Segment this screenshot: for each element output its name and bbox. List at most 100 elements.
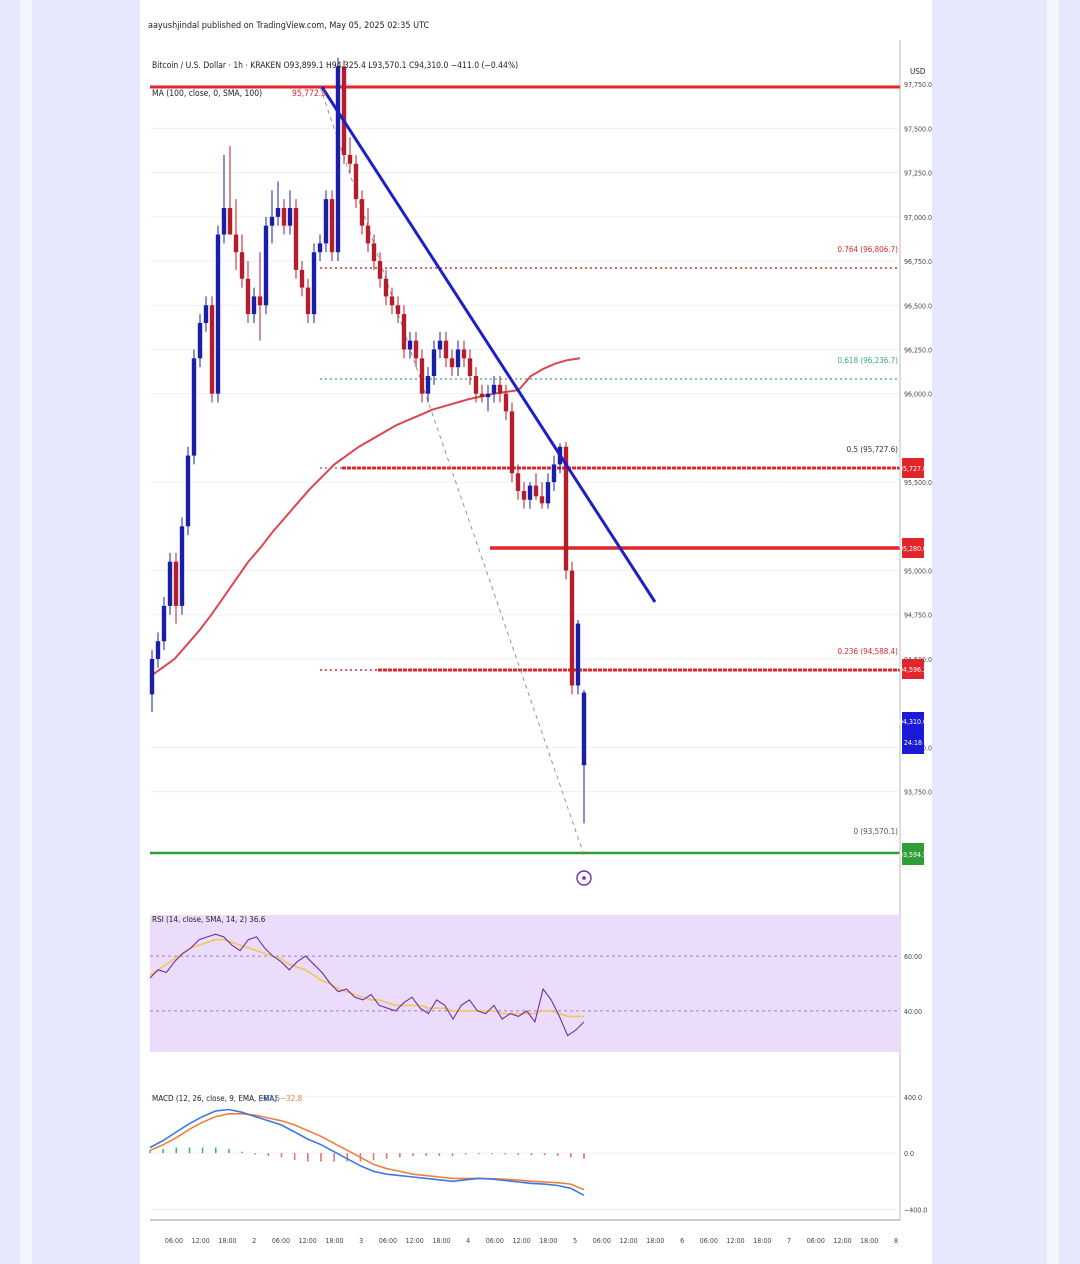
time-tick-label: 12:00	[513, 1237, 531, 1245]
macd-histogram-bar	[412, 1153, 414, 1156]
price-badge-current: 94,310.0 24:18	[899, 712, 927, 754]
candle-body	[311, 252, 317, 315]
macd-histogram-bar	[425, 1153, 427, 1156]
price-tick-label: 96,750.0	[904, 258, 932, 266]
candle-body	[395, 305, 401, 315]
macd-histogram-bar	[267, 1153, 270, 1156]
time-tick-label: 18:00	[218, 1237, 236, 1245]
time-tick-label: 06:00	[165, 1237, 183, 1245]
candle-body	[353, 163, 359, 200]
macd-histogram-bar	[280, 1153, 283, 1158]
macd-histogram-bar	[241, 1151, 243, 1154]
time-tick-label: 18:00	[753, 1237, 771, 1245]
rsi-level-label: 60.00	[904, 953, 922, 961]
candle-body	[389, 296, 395, 306]
candle-body	[473, 376, 479, 394]
candle-body	[509, 411, 515, 474]
rsi-axis: 60.00 40.00	[904, 953, 922, 1016]
price-badge-93594: 93,594.5	[899, 843, 927, 865]
currency-label[interactable]: USD	[910, 67, 926, 76]
candle-body	[185, 455, 191, 527]
price-axis[interactable]: 97,750.0 97,500.0 97,250.0 97,000.0 96,750.0…	[904, 81, 932, 796]
time-tick-label: 06:00	[486, 1237, 504, 1245]
time-tick-label: 18:00	[860, 1237, 878, 1245]
time-tick-label: 06:00	[379, 1237, 397, 1245]
time-tick-label: 18:00	[325, 1237, 343, 1245]
macd-histogram-bar	[214, 1147, 217, 1154]
candle-body	[455, 349, 461, 368]
candle-body	[335, 66, 341, 253]
candle-body	[503, 393, 509, 412]
candle-body	[245, 278, 251, 315]
macd-level-label: 400.0	[904, 1094, 922, 1102]
time-tick-label: 7	[787, 1237, 791, 1245]
price-tick-label: 94,750.0	[904, 612, 932, 620]
candle-body	[251, 296, 257, 315]
macd-histogram-bar	[385, 1153, 388, 1159]
macd-histogram-bar	[570, 1153, 572, 1158]
time-tick-label: 18:00	[646, 1237, 664, 1245]
time-tick-label: 12:00	[726, 1237, 744, 1245]
macd-histogram-bar	[583, 1153, 585, 1159]
fib-0618-label: 0.618 (96,236.7)	[837, 356, 898, 365]
candle-body	[467, 358, 473, 376]
crosshair-center-dot	[582, 876, 586, 880]
candle-body	[425, 376, 431, 394]
candle-body	[551, 464, 557, 483]
macd-histogram-bar	[464, 1153, 467, 1155]
time-tick-label: 06:00	[272, 1237, 290, 1245]
candle-body	[407, 340, 413, 350]
candle-body	[161, 605, 167, 642]
macd-histogram-bar	[451, 1153, 454, 1156]
left-margin-strip	[20, 0, 32, 1264]
svg-text:94,310.0: 94,310.0	[899, 718, 927, 726]
time-axis[interactable]: 06:00 12:00 18:00 2 06:00 12:00 18:00 3 06:00 12:…	[165, 1237, 898, 1245]
macd-histogram-bar	[228, 1148, 230, 1154]
candle-body	[263, 225, 269, 306]
candle-body	[491, 384, 497, 394]
price-tick-label: 93,750.0	[904, 789, 932, 797]
macd-histogram-bar	[504, 1153, 506, 1155]
rsi-level-label: 40.00	[904, 1008, 922, 1016]
price-tick-label: 96,500.0	[904, 302, 932, 310]
candle-body	[209, 305, 215, 394]
macd-histogram-bar	[320, 1153, 322, 1162]
candle-body	[569, 570, 575, 686]
candle-body	[449, 358, 455, 368]
time-tick-label: 2	[252, 1237, 256, 1245]
candle-body	[275, 208, 281, 217]
rsi-band	[150, 915, 900, 1052]
candle-body	[167, 561, 173, 606]
candle-body	[173, 561, 179, 606]
bearish-trendline[interactable]	[320, 86, 657, 603]
candle-body	[479, 393, 485, 398]
price-tick-label: 95,000.0	[904, 568, 932, 576]
price-tick-label: 97,750.0	[904, 81, 932, 89]
candle-body	[575, 623, 581, 686]
published-caption: aayushjindal published on TradingView.co…	[148, 21, 429, 31]
chart-card: aayushjindal published on TradingView.co…	[140, 0, 932, 1264]
macd-level-label: 0.0	[904, 1150, 914, 1158]
time-tick-label: 18:00	[539, 1237, 557, 1245]
trading-chart-svg[interactable]: aayushjindal published on TradingView.co…	[140, 0, 932, 1264]
macd-level-label: −400.0	[904, 1206, 927, 1214]
candle-body	[377, 261, 383, 279]
svg-text:93,594.5: 93,594.5	[899, 851, 927, 859]
candle-body	[269, 216, 275, 226]
candle-body	[203, 305, 209, 323]
candle-body	[293, 208, 299, 270]
macd-histogram-bar	[175, 1147, 178, 1154]
candle-body	[155, 641, 161, 659]
macd-histogram-bar	[556, 1153, 559, 1156]
candle-body	[359, 199, 365, 226]
price-tick-label: 96,000.0	[904, 391, 932, 399]
candle-body	[227, 208, 233, 235]
time-tick-label: 06:00	[700, 1237, 718, 1245]
macd-pane	[150, 1096, 900, 1210]
macd-histogram-bar	[399, 1153, 401, 1158]
candle-body	[341, 66, 347, 155]
candle-body	[371, 243, 377, 262]
candle-body	[539, 496, 545, 504]
candle-body	[257, 296, 263, 306]
ma-legend: MA (100, close, 0, SMA, 100)	[152, 89, 262, 99]
